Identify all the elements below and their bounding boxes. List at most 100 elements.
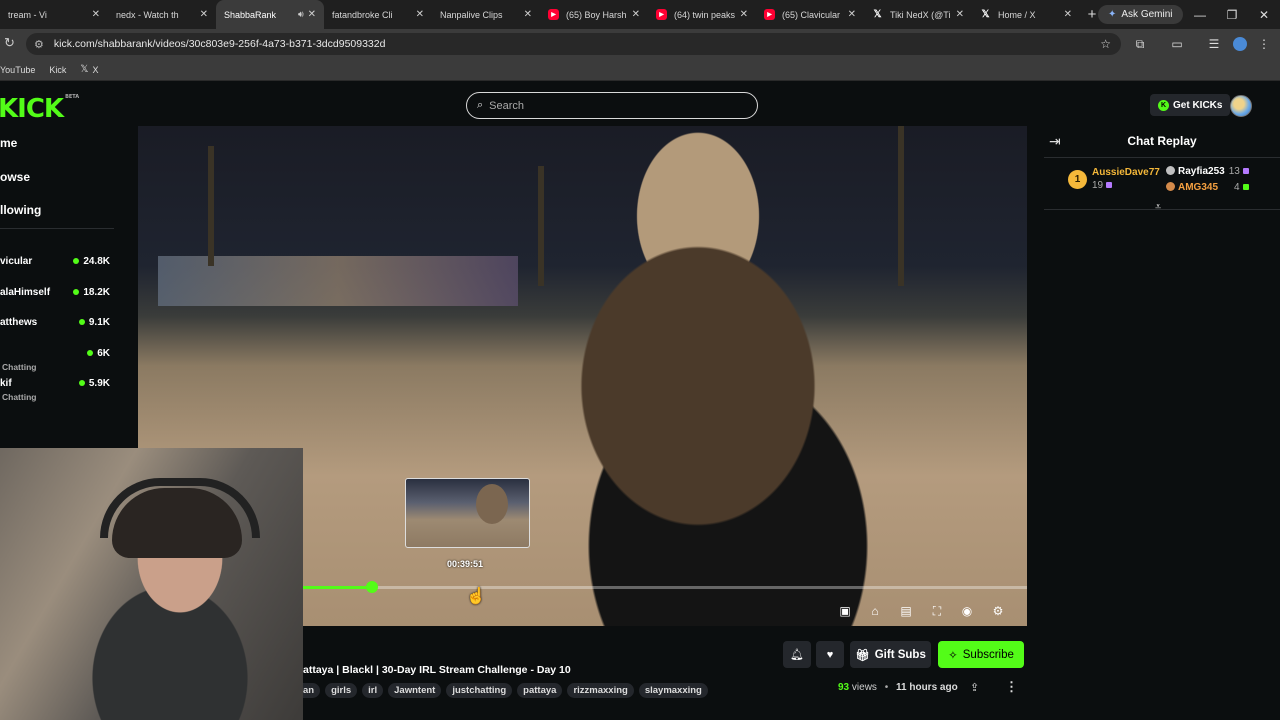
video-tag[interactable]: Jawntent <box>388 683 442 698</box>
notification-bell-button[interactable]: 🔔︎ <box>783 641 811 668</box>
clip-icon[interactable]: ⌂ <box>866 602 884 620</box>
browser-toolbar: ↻ ⚙ kick.com/shabbarank/videos/30c803e9-… <box>0 29 1280 59</box>
rank-one-badge: 1 <box>1068 170 1087 189</box>
fullscreen-icon[interactable]: ⛶ <box>928 602 946 620</box>
x-favicon-icon: 𝕏 <box>80 64 89 75</box>
video-tag[interactable]: irl <box>362 683 384 698</box>
browser-tab[interactable]: KNanpalive Clips✕ <box>432 0 540 29</box>
silver-rank-icon <box>1166 166 1175 175</box>
tab-close-icon[interactable]: ✕ <box>740 9 748 20</box>
tab-close-icon[interactable]: ✕ <box>848 9 856 20</box>
video-tag[interactable]: rizzmaxxing <box>567 683 634 698</box>
kick-page: KICK BETA ⌕ Search K Get KICKs me owse ll… <box>0 81 1280 720</box>
tab-close-icon[interactable]: ✕ <box>1064 9 1072 20</box>
theatre-mode-icon[interactable]: ▤ <box>897 602 915 620</box>
time-ago: 11 hours ago <box>896 682 958 693</box>
tab-close-icon[interactable]: ✕ <box>956 9 964 20</box>
tab-close-icon[interactable]: ✕ <box>524 9 532 20</box>
video-tag[interactable]: pattaya <box>517 683 563 698</box>
restore-icon[interactable]: ❐ <box>1216 0 1248 29</box>
bronze-rank-icon <box>1166 182 1175 191</box>
browser-tab[interactable]: KShabbaRank🔊︎✕ <box>216 0 324 29</box>
browser-tab[interactable]: ▶ (65) Clavicular ✕ <box>756 0 864 29</box>
leader-name: AussieDave77 <box>1092 167 1160 178</box>
browser-tab[interactable]: 𝕏 Tiki NedX (@Ti ✕ <box>864 0 972 29</box>
leaderboard-entry[interactable]: AMG345 4 <box>1166 182 1249 193</box>
sidebar-divider <box>0 228 114 229</box>
gift-subs-button[interactable]: 🎁︎ Gift Subs <box>850 641 931 668</box>
search-icon: ⌕ <box>477 99 484 111</box>
expand-leaderboard-icon[interactable]: ⩡ <box>1155 201 1161 214</box>
get-kicks-button[interactable]: K Get KICKs <box>1150 94 1231 116</box>
site-info-icon[interactable]: ⚙ <box>34 38 44 51</box>
video-tag[interactable]: girls <box>325 683 358 698</box>
ask-gemini-button[interactable]: ✦ Ask Gemini <box>1098 5 1183 24</box>
browser-tab[interactable]: ▶ (64) twin peaks ✕ <box>648 0 756 29</box>
browser-tab[interactable]: ▶ (65) Boy Harsh ✕ <box>540 0 648 29</box>
browser-tab[interactable]: 𝕏 Home / X ✕ <box>972 0 1080 29</box>
get-kicks-label: Get KICKs <box>1173 99 1223 111</box>
tab-title: Nanpalive Clips <box>440 9 503 20</box>
kick-logo[interactable]: KICK BETA <box>0 94 79 124</box>
playback-speed-icon[interactable]: ◉ <box>958 602 976 620</box>
x-favicon-icon: 𝕏 <box>981 9 990 20</box>
bookmark-youtube[interactable]: YouTube <box>0 65 35 75</box>
tab-close-icon[interactable]: ✕ <box>308 9 316 20</box>
extensions-icon[interactable]: ⧉ <box>1130 34 1150 54</box>
live-dot-icon <box>73 289 80 295</box>
video-title: attaya | Blackl | 30-Day IRL Stream Chal… <box>303 664 571 676</box>
tab-audio-icon[interactable]: 🔊︎ <box>298 9 304 20</box>
tab-close-icon[interactable]: ✕ <box>200 9 208 20</box>
video-tag[interactable]: an <box>303 683 321 698</box>
close-window-icon[interactable]: ✕ <box>1248 0 1280 29</box>
mini-player-icon[interactable]: ▣ <box>836 602 854 620</box>
settings-gear-icon[interactable]: ⚙ <box>989 602 1007 620</box>
follow-heart-button[interactable]: ♥ <box>816 641 844 668</box>
share-icon[interactable]: ⇪ <box>970 681 979 694</box>
leaderboard-entry[interactable]: AussieDave77 19 <box>1092 167 1160 191</box>
more-options-icon[interactable]: ⋮ <box>1005 679 1018 695</box>
leader-count: 4 <box>1234 182 1240 193</box>
tab-title: tream - Vi <box>8 9 47 20</box>
user-avatar[interactable] <box>1230 95 1252 117</box>
sidebar-item-browse[interactable]: owse <box>0 170 30 184</box>
tab-close-icon[interactable]: ✕ <box>632 9 640 20</box>
cast-icon[interactable]: ▭ <box>1167 34 1187 54</box>
minimize-icon[interactable]: — <box>1184 0 1216 29</box>
webcam-overlay <box>0 448 303 720</box>
channel-name: kif <box>0 378 12 389</box>
browser-tab[interactable]: tream - Vi ✕ <box>0 0 108 29</box>
channel-name: vicular <box>0 256 33 267</box>
sidebar-item-following[interactable]: llowing <box>0 203 41 217</box>
leader-count: 13 <box>1228 166 1240 177</box>
search-input[interactable]: ⌕ Search <box>466 92 758 119</box>
seek-handle[interactable] <box>365 581 378 593</box>
bookmark-x[interactable]: 𝕏 X <box>80 64 98 75</box>
gift-icon <box>1106 182 1113 188</box>
reading-list-icon[interactable]: ☰ <box>1204 34 1224 54</box>
profile-icon[interactable] <box>1230 34 1250 54</box>
gift-icon <box>1242 184 1249 190</box>
channel-name: alaHimself <box>0 287 51 298</box>
channel-category: Chatting <box>2 392 37 402</box>
video-tag[interactable]: slaymaxxing <box>638 683 708 698</box>
sidebar-item-home[interactable]: me <box>0 136 17 150</box>
bookmark-kick[interactable]: K Kick <box>0 65 66 150</box>
tab-title: (64) twin peaks <box>674 9 736 20</box>
browser-menu-icon[interactable]: ⋮ <box>1254 34 1274 54</box>
url-text[interactable]: kick.com/shabbarank/videos/30c803e9-256f… <box>54 38 386 50</box>
browser-tab[interactable]: Knedx - Watch th✕ <box>108 0 216 29</box>
video-tag[interactable]: justchatting <box>446 683 513 698</box>
tab-close-icon[interactable]: ✕ <box>92 9 100 20</box>
live-dot-icon <box>78 380 85 386</box>
address-bar[interactable]: ⚙ kick.com/shabbarank/videos/30c803e9-25… <box>26 33 1121 55</box>
beta-badge: BETA <box>65 94 80 100</box>
channel-name: atthews <box>0 317 38 328</box>
leaderboard-entry[interactable]: Rayfia253 13 <box>1166 166 1249 177</box>
tab-close-icon[interactable]: ✕ <box>416 9 424 20</box>
bookmark-star-icon[interactable]: ☆ <box>1100 37 1111 51</box>
video-stats: 93 views • 11 hours ago <box>838 682 958 693</box>
reload-icon[interactable]: ↻ <box>4 35 15 51</box>
browser-tab[interactable]: Kfatandbroke Cli✕ <box>324 0 432 29</box>
subscribe-button[interactable]: ✧ Subscribe <box>938 641 1024 668</box>
